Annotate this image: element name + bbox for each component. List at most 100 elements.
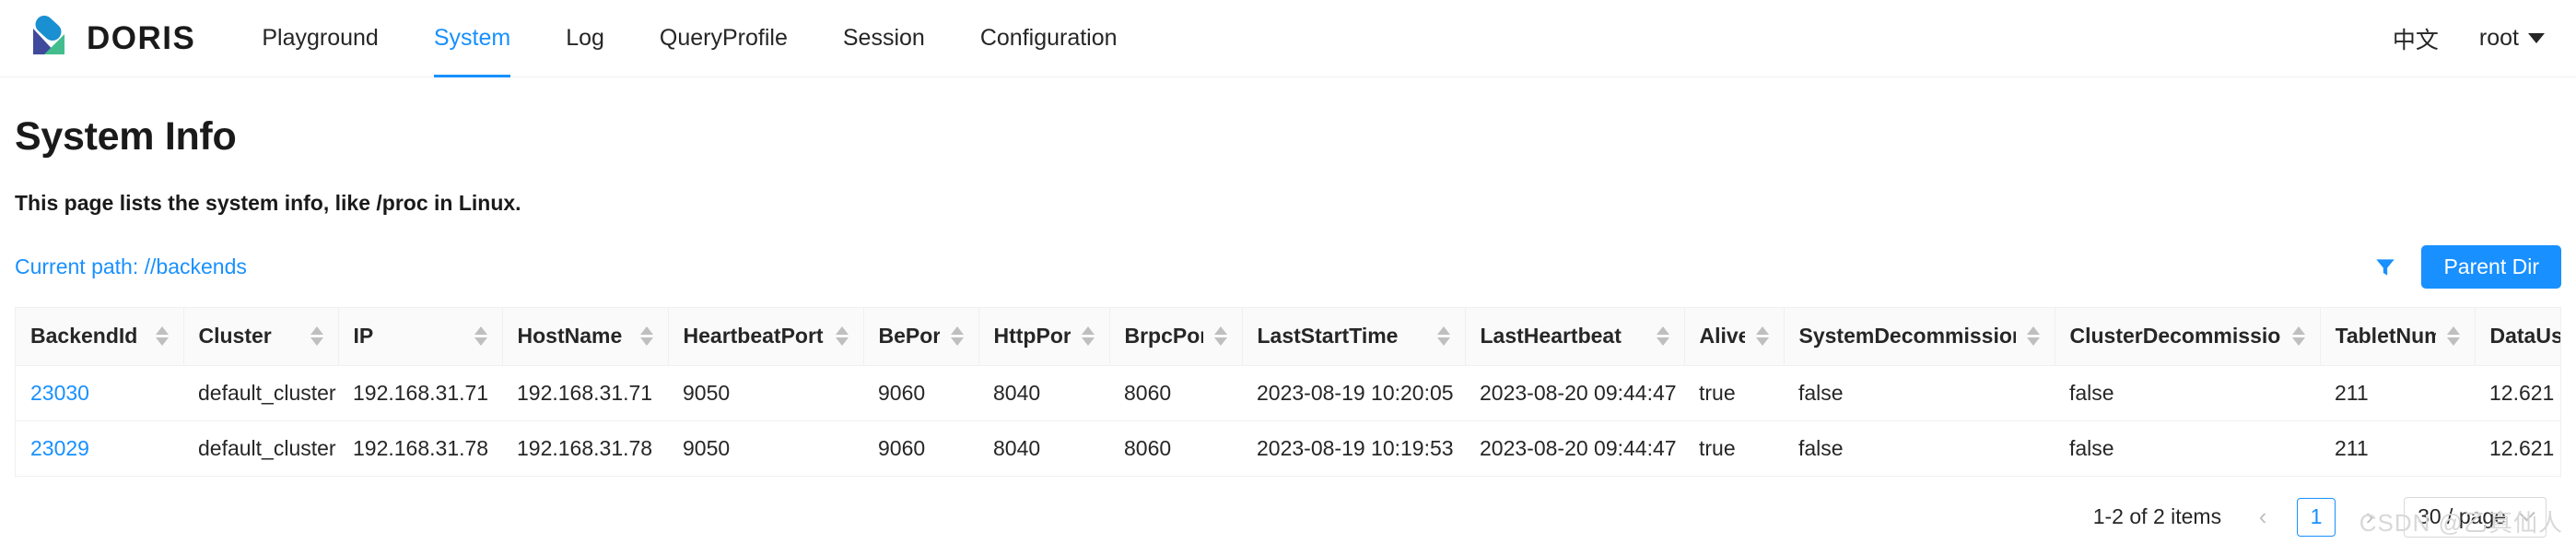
nav-item-configuration[interactable]: Configuration xyxy=(953,0,1145,77)
current-path-link[interactable]: Current path: //backends xyxy=(15,254,247,279)
column-header-beport[interactable]: BePort xyxy=(863,308,979,366)
cell-alive: true xyxy=(1684,420,1784,477)
backend-id-link[interactable]: 23029 xyxy=(30,436,89,460)
cell-ip: 192.168.31.78 xyxy=(338,420,502,477)
table-row[interactable]: 23030 default_cluster 192.168.31.71 192.… xyxy=(16,365,2560,421)
pagination: 1-2 of 2 items ‹ 1 › 30 / page xyxy=(15,477,2561,538)
sort-toggle-icon[interactable] xyxy=(639,326,653,347)
column-header-tabletnum[interactable]: TabletNum xyxy=(2320,308,2476,366)
cell-beport: 9060 xyxy=(863,365,978,421)
sort-toggle-icon[interactable] xyxy=(2446,326,2460,347)
top-navbar: DORIS Playground System Log QueryProfile… xyxy=(0,0,2576,77)
cell-cluster: default_cluster xyxy=(183,420,338,477)
column-header-brpcport[interactable]: BrpcPort xyxy=(1109,308,1243,366)
column-header-httpport[interactable]: HttpPort xyxy=(978,308,1110,366)
system-info-table: BackendId Cluster IP HostName HeartbeatP… xyxy=(16,308,2560,477)
sort-toggle-icon[interactable] xyxy=(1755,326,1769,347)
cell-brpcport: 8060 xyxy=(1109,365,1242,421)
user-label: root xyxy=(2478,25,2519,51)
language-switcher[interactable]: 中文 xyxy=(2393,22,2439,55)
sort-toggle-icon[interactable] xyxy=(2026,326,2040,347)
column-header-ip[interactable]: IP xyxy=(338,308,503,366)
backend-id-link[interactable]: 23030 xyxy=(30,381,89,405)
table-row[interactable]: 23029 default_cluster 192.168.31.78 192.… xyxy=(16,420,2560,477)
brand-name: DORIS xyxy=(87,19,196,56)
brand-logo[interactable]: DORIS xyxy=(24,14,195,64)
cell-beport: 9060 xyxy=(863,420,978,477)
column-header-label: HostName xyxy=(517,324,623,349)
column-header-label: LastStartTime xyxy=(1257,324,1399,349)
column-header-label: TabletNum xyxy=(2335,324,2436,349)
page-size-select[interactable]: 30 / page xyxy=(2404,496,2547,538)
cell-brpcport: 8060 xyxy=(1109,420,1242,477)
path-toolbar: Current path: //backends Parent Dir xyxy=(15,245,2561,289)
nav-item-log[interactable]: Log xyxy=(538,0,632,77)
cell-laststarttime: 2023-08-19 10:20:05 xyxy=(1242,365,1465,421)
main-nav: Playground System Log QueryProfile Sessi… xyxy=(234,0,1144,77)
column-header-hostname[interactable]: HostName xyxy=(502,308,669,366)
column-header-backendid[interactable]: BackendId xyxy=(16,308,184,366)
cell-backendid[interactable]: 23029 xyxy=(16,420,183,477)
cell-httpport: 8040 xyxy=(978,365,1109,421)
parent-dir-button[interactable]: Parent Dir xyxy=(2421,245,2561,289)
table-body: 23030 default_cluster 192.168.31.71 192.… xyxy=(16,365,2560,477)
user-menu[interactable]: root xyxy=(2479,25,2545,52)
chevron-left-icon[interactable]: ‹ xyxy=(2245,500,2280,535)
column-header-label: LastHeartbeat xyxy=(1480,324,1622,349)
column-header-lastheartbeat[interactable]: LastHeartbeat xyxy=(1465,308,1685,366)
nav-item-system[interactable]: System xyxy=(406,0,538,77)
sort-toggle-icon[interactable] xyxy=(155,326,169,347)
nav-item-queryprofile[interactable]: QueryProfile xyxy=(632,0,815,77)
cell-clusterdecommissioned: false xyxy=(2055,365,2320,421)
page-size-label: 30 / page xyxy=(2418,504,2506,528)
cell-backendid[interactable]: 23030 xyxy=(16,365,183,421)
sort-toggle-icon[interactable] xyxy=(835,326,849,347)
cell-lastheartbeat: 2023-08-20 09:44:47 xyxy=(1465,365,1684,421)
column-header-alive[interactable]: Alive xyxy=(1684,308,1785,366)
cell-httpport: 8040 xyxy=(978,420,1109,477)
nav-item-session[interactable]: Session xyxy=(815,0,953,77)
cell-datausedcapacity: 12.621 KB xyxy=(2475,365,2560,421)
cell-clusterdecommissioned: false xyxy=(2055,420,2320,477)
cell-alive: true xyxy=(1684,365,1784,421)
pagination-total: 1-2 of 2 items xyxy=(2092,504,2222,528)
nav-item-label: Log xyxy=(566,25,604,51)
chevron-right-icon[interactable]: › xyxy=(2352,500,2387,535)
column-header-label: BrpcPort xyxy=(1124,324,1203,349)
page-subtitle: This page lists the system info, like /p… xyxy=(15,191,521,215)
column-header-label: HttpPort xyxy=(993,324,1071,349)
cell-hostname: 192.168.31.71 xyxy=(502,365,668,421)
sort-toggle-icon[interactable] xyxy=(1081,326,1095,347)
page-title: System Info xyxy=(15,114,237,159)
sort-toggle-icon[interactable] xyxy=(474,326,487,347)
sort-toggle-icon[interactable] xyxy=(1436,326,1450,347)
nav-item-playground[interactable]: Playground xyxy=(234,0,405,77)
column-header-laststarttime[interactable]: LastStartTime xyxy=(1242,308,1466,366)
cell-systemdecommissioned: false xyxy=(1784,420,2055,477)
column-header-label: Alive xyxy=(1699,324,1745,349)
sort-toggle-icon[interactable] xyxy=(950,326,964,347)
sort-toggle-icon[interactable] xyxy=(310,326,323,347)
cell-lastheartbeat: 2023-08-20 09:44:47 xyxy=(1465,420,1684,477)
page-content: System Info This page lists the system i… xyxy=(0,114,2576,538)
column-header-label: BackendId xyxy=(30,324,138,349)
pagination-page-1[interactable]: 1 xyxy=(2297,497,2336,537)
column-header-systemdecommissioned[interactable]: SystemDecommissioned xyxy=(1784,308,2055,366)
column-header-clusterdecommissioned[interactable]: ClusterDecommissioned xyxy=(2055,308,2321,366)
navbar-right: 中文 root xyxy=(2393,22,2545,55)
chevron-down-icon xyxy=(2528,33,2545,43)
path-toolbar-actions: Parent Dir xyxy=(2373,245,2561,289)
column-header-heartbeatport[interactable]: HeartbeatPort xyxy=(668,308,864,366)
column-header-label: IP xyxy=(353,324,374,349)
column-header-cluster[interactable]: Cluster xyxy=(183,308,339,366)
table-header: BackendId Cluster IP HostName HeartbeatP… xyxy=(16,308,2560,366)
sort-toggle-icon[interactable] xyxy=(1656,326,1669,347)
cell-ip: 192.168.31.71 xyxy=(338,365,502,421)
nav-item-label: Configuration xyxy=(979,25,1118,51)
sort-toggle-icon[interactable] xyxy=(2291,326,2305,347)
chevron-down-icon xyxy=(2518,504,2535,522)
sort-toggle-icon[interactable] xyxy=(1213,326,1227,347)
filter-funnel-icon[interactable] xyxy=(2373,255,2397,279)
nav-item-label: Session xyxy=(842,25,925,51)
column-header-datausedcapacity[interactable]: DataUsedCapacity xyxy=(2475,308,2560,366)
